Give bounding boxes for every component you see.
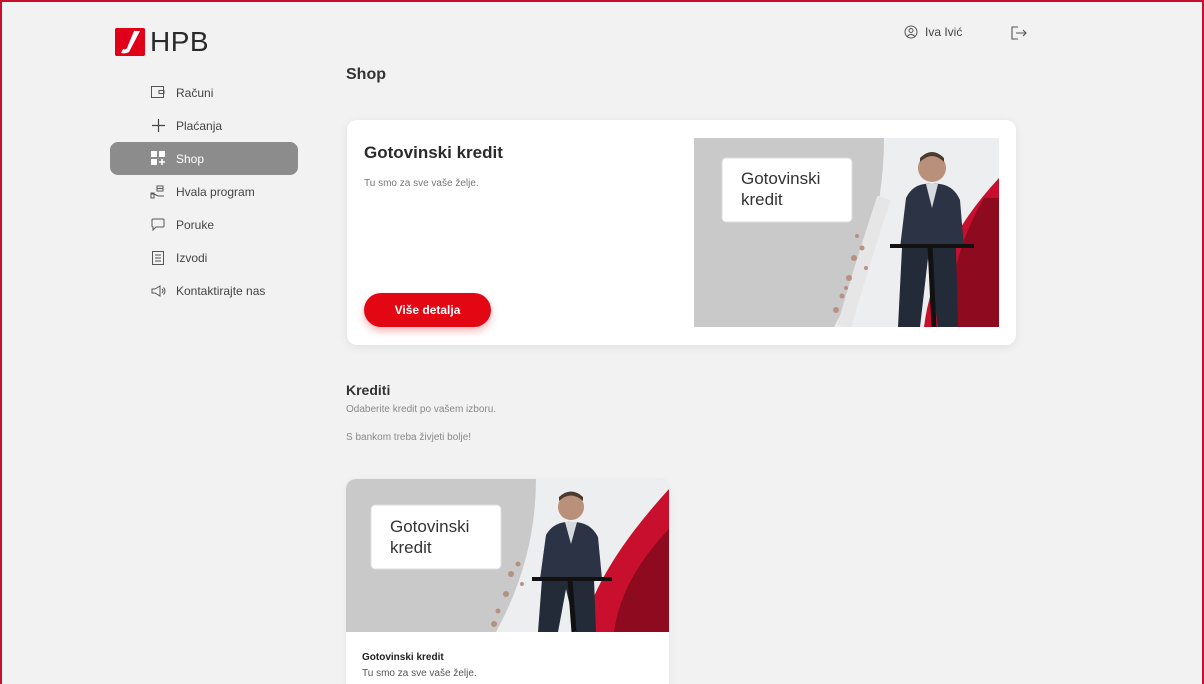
card-subtitle: Tu smo za sve vaše želje. — [362, 668, 477, 679]
sidebar-item-kontaktirajte-nas[interactable]: Kontaktirajte nas — [110, 274, 298, 307]
product-card[interactable]: Gotovinski kredit Gotovinski kredit Tu s… — [346, 479, 669, 684]
plus-icon — [150, 118, 166, 134]
sidebar-item-label: Izvodi — [176, 250, 208, 265]
app-window: HPB Iva Ivić Računi Plaćanja Shop Hvala … — [0, 0, 1204, 684]
hero-promo-image: Gotovinski kredit — [694, 138, 999, 327]
hpb-logo-mark — [115, 28, 145, 56]
card-image-text-line1: Gotovinski — [390, 517, 469, 536]
sidebar-item-label: Hvala program — [176, 184, 255, 199]
sidebar-item-izvodi[interactable]: Izvodi — [110, 241, 298, 274]
document-list-icon — [150, 250, 166, 266]
hero-image-text-line1: Gotovinski — [741, 169, 820, 188]
card-title: Gotovinski kredit — [362, 652, 444, 663]
sidebar-item-label: Kontaktirajte nas — [176, 283, 266, 298]
sidebar-item-shop[interactable]: Shop — [110, 142, 298, 175]
sidebar-item-racuni[interactable]: Računi — [110, 76, 298, 109]
user-menu[interactable]: Iva Ivić — [904, 25, 962, 39]
sidebar-item-placanja[interactable]: Plaćanja — [110, 109, 298, 142]
hero-promo-card: Gotovinski kredit Tu smo za sve vaše žel… — [347, 120, 1016, 345]
section-tagline: S bankom treba živjeti bolje! — [346, 432, 472, 443]
sidebar-item-label: Shop — [176, 151, 205, 166]
logo-text: HPB — [150, 26, 210, 57]
chat-icon — [150, 217, 166, 233]
section-subtitle: Odaberite kredit po vašem izboru. — [346, 404, 497, 415]
grid-plus-icon — [150, 151, 166, 167]
user-name: Iva Ivić — [925, 25, 963, 39]
hero-image-text-line2: kredit — [741, 190, 783, 209]
wallet-icon — [150, 85, 166, 101]
logout-icon[interactable] — [1010, 25, 1028, 41]
sidebar-item-poruke[interactable]: Poruke — [110, 208, 298, 241]
user-circle-icon — [904, 25, 918, 39]
hand-gift-icon — [150, 184, 166, 200]
page-title: Shop — [346, 66, 386, 83]
hero-title: Gotovinski kredit — [364, 143, 503, 162]
card-image-text-line2: kredit — [390, 538, 432, 557]
sidebar-item-label: Poruke — [176, 217, 215, 232]
sidebar-item-label: Računi — [176, 85, 214, 100]
megaphone-icon — [150, 283, 166, 299]
product-card-image: Gotovinski kredit — [346, 479, 669, 632]
more-details-button[interactable]: Više detalja — [364, 293, 491, 327]
sidebar-item-hvala-program[interactable]: Hvala program — [110, 175, 298, 208]
sidebar-item-label: Plaćanja — [176, 118, 223, 133]
sidebar-nav: Računi Plaćanja Shop Hvala program Poruk… — [110, 76, 298, 307]
hpb-logo[interactable]: HPB — [115, 26, 209, 58]
section-title: Krediti — [346, 382, 391, 398]
hero-subtitle: Tu smo za sve vaše želje. — [364, 178, 479, 189]
